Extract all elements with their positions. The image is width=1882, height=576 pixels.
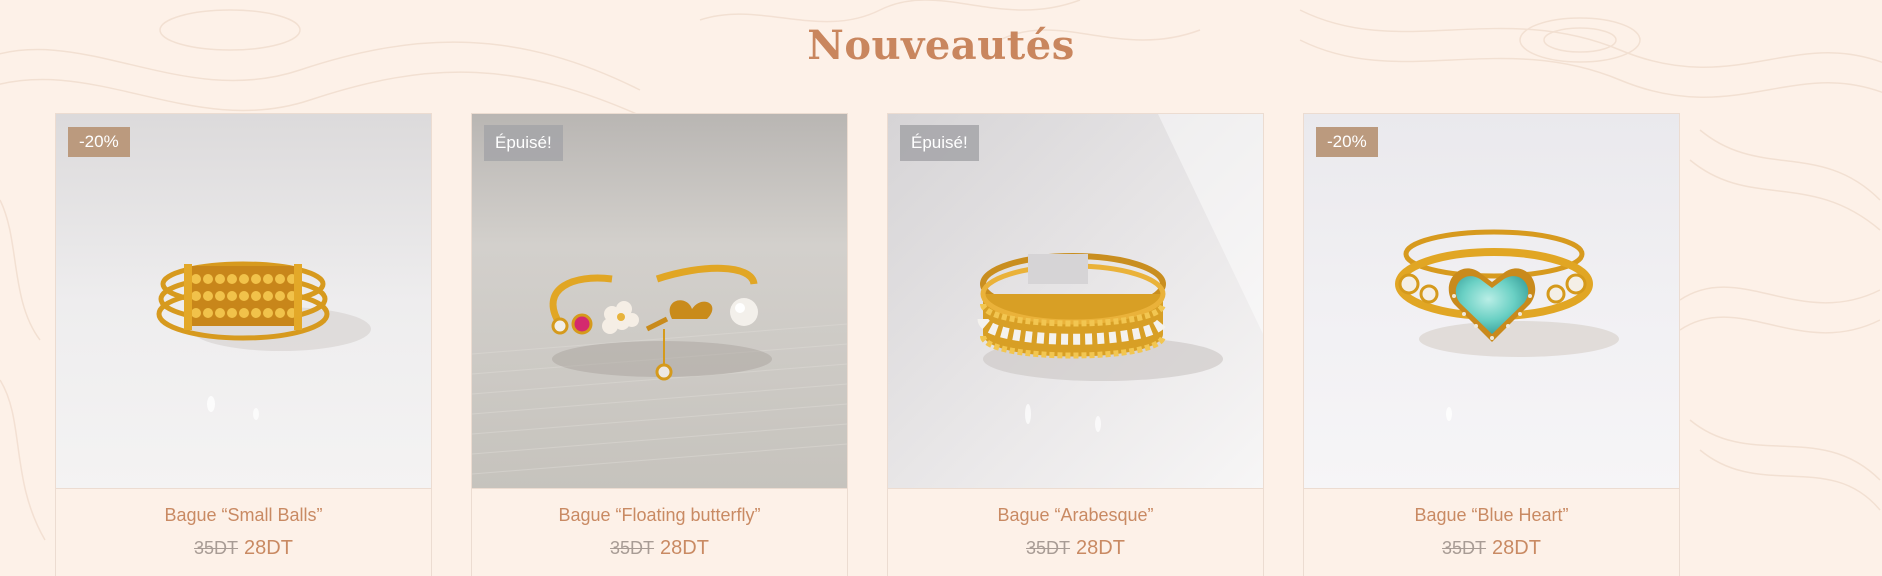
current-price: 28DT: [1076, 537, 1125, 559]
discount-badge: -20%: [1316, 127, 1378, 157]
product-title[interactable]: Bague “Blue Heart”: [1304, 505, 1679, 526]
gold-ring-blue-heart-icon: [1304, 114, 1679, 488]
product-card[interactable]: Épuisé! Bague “Arabesque” 35DT 28DT: [887, 113, 1264, 576]
product-card[interactable]: -20% Bague “Blue Heart” 35DT 28DT: [1303, 113, 1680, 576]
current-price: 28DT: [1492, 537, 1541, 559]
product-price: 35DT 28DT: [1304, 537, 1679, 560]
gold-ring-arabesque-icon: [888, 114, 1263, 488]
product-card[interactable]: -20% Bague “Small Balls” 35DT 28DT: [55, 113, 432, 576]
product-price: 35DT 28DT: [888, 537, 1263, 560]
product-image[interactable]: -20%: [1304, 114, 1679, 489]
old-price: 35DT: [610, 538, 655, 558]
product-price: 35DT 28DT: [56, 537, 431, 560]
old-price: 35DT: [1442, 538, 1487, 558]
soldout-badge: Épuisé!: [484, 125, 563, 161]
product-image[interactable]: -20%: [56, 114, 431, 489]
section-title: Nouveautés: [807, 22, 1075, 69]
product-image[interactable]: Épuisé!: [472, 114, 847, 489]
product-image[interactable]: Épuisé!: [888, 114, 1263, 489]
gold-ring-small-balls-icon: [56, 114, 431, 488]
discount-badge: -20%: [68, 127, 130, 157]
old-price: 35DT: [1026, 538, 1071, 558]
page: Nouveautés -20% Bague “Small Balls” 35DT…: [0, 0, 1882, 576]
product-title[interactable]: Bague “Small Balls”: [56, 505, 431, 526]
old-price: 35DT: [194, 538, 239, 558]
product-card[interactable]: Épuisé! Bague “Floating butterfly” 35DT 2…: [471, 113, 848, 576]
product-title[interactable]: Bague “Floating butterfly”: [472, 505, 847, 526]
current-price: 28DT: [660, 537, 709, 559]
product-grid: -20% Bague “Small Balls” 35DT 28DT Épuis…: [55, 113, 1680, 576]
gold-ring-floating-butterfly-icon: [472, 114, 847, 488]
product-price: 35DT 28DT: [472, 537, 847, 560]
product-title[interactable]: Bague “Arabesque”: [888, 505, 1263, 526]
current-price: 28DT: [244, 537, 293, 559]
soldout-badge: Épuisé!: [900, 125, 979, 161]
